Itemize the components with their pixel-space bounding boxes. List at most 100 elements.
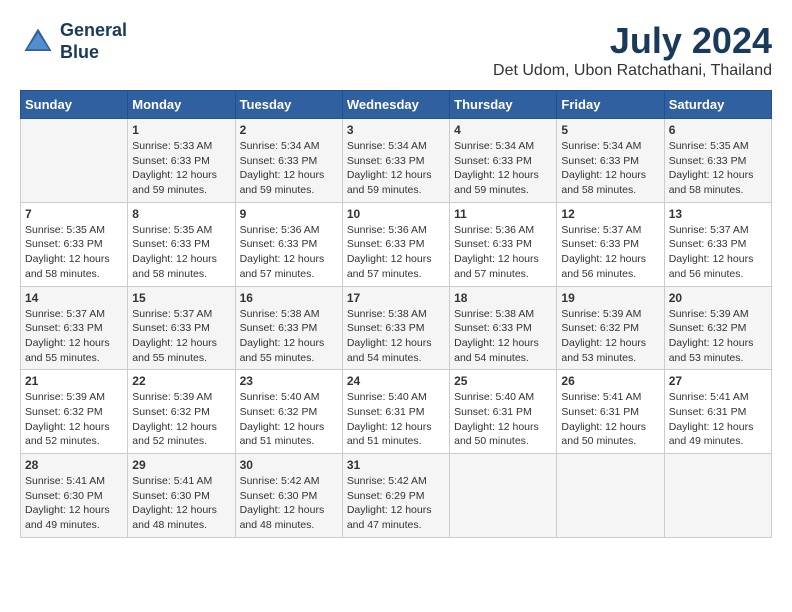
title-area: July 2024 Det Udom, Ubon Ratchathani, Th… (493, 20, 772, 80)
day-info: Sunrise: 5:33 AM Sunset: 6:33 PM Dayligh… (132, 139, 230, 198)
day-number: 12 (561, 207, 659, 221)
calendar-cell: 12 Sunrise: 5:37 AM Sunset: 6:33 PM Dayli… (557, 202, 664, 286)
calendar-cell: 26Sunrise: 5:41 AM Sunset: 6:31 PM Dayli… (557, 370, 664, 454)
day-info: Sunrise: 5:37 AM Sunset: 6:33 PM Dayligh… (132, 307, 230, 366)
calendar-header: SundayMondayTuesdayWednesdayThursdayFrid… (21, 91, 772, 119)
day-info: Sunrise: 5:39 AM Sunset: 6:32 PM Dayligh… (132, 390, 230, 449)
logo-icon (20, 24, 56, 60)
weekday-header-thursday: Thursday (450, 91, 557, 119)
calendar-cell: 14 Sunrise: 5:37 AM Sunset: 6:33 PM Dayli… (21, 286, 128, 370)
day-info: Sunrise: 5:38 AM Sunset: 6:33 PM Dayligh… (240, 307, 338, 366)
calendar-body: 1 Sunrise: 5:33 AM Sunset: 6:33 PM Daylig… (21, 119, 772, 538)
week-row-1: 1 Sunrise: 5:33 AM Sunset: 6:33 PM Daylig… (21, 119, 772, 203)
day-number: 22 (132, 374, 230, 388)
day-info: Sunrise: 5:42 AM Sunset: 6:30 PM Dayligh… (240, 474, 338, 533)
day-number: 5 (561, 123, 659, 137)
day-number: 2 (240, 123, 338, 137)
day-number: 19 (561, 291, 659, 305)
day-info: Sunrise: 5:36 AM Sunset: 6:33 PM Dayligh… (454, 223, 552, 282)
calendar-cell: 7 Sunrise: 5:35 AM Sunset: 6:33 PM Daylig… (21, 202, 128, 286)
week-row-4: 21 Sunrise: 5:39 AM Sunset: 6:32 PM Dayli… (21, 370, 772, 454)
day-number: 8 (132, 207, 230, 221)
day-number: 26 (561, 374, 659, 388)
day-info: Sunrise: 5:41 AM Sunset: 6:30 PM Dayligh… (25, 474, 123, 533)
day-number: 10 (347, 207, 445, 221)
calendar-cell: 27Sunrise: 5:41 AM Sunset: 6:31 PM Dayli… (664, 370, 771, 454)
calendar-cell: 4 Sunrise: 5:34 AM Sunset: 6:33 PM Daylig… (450, 119, 557, 203)
day-number: 7 (25, 207, 123, 221)
calendar-cell: 8 Sunrise: 5:35 AM Sunset: 6:33 PM Daylig… (128, 202, 235, 286)
calendar-cell: 1 Sunrise: 5:33 AM Sunset: 6:33 PM Daylig… (128, 119, 235, 203)
location-subtitle: Det Udom, Ubon Ratchathani, Thailand (493, 62, 772, 80)
day-number: 1 (132, 123, 230, 137)
calendar-table: SundayMondayTuesdayWednesdayThursdayFrid… (20, 90, 772, 538)
day-number: 17 (347, 291, 445, 305)
day-number: 28 (25, 458, 123, 472)
day-number: 29 (132, 458, 230, 472)
day-number: 21 (25, 374, 123, 388)
calendar-cell (664, 454, 771, 538)
day-info: Sunrise: 5:37 AM Sunset: 6:33 PM Dayligh… (669, 223, 767, 282)
day-number: 14 (25, 291, 123, 305)
calendar-cell: 30 Sunrise: 5:42 AM Sunset: 6:30 PM Dayli… (235, 454, 342, 538)
day-info: Sunrise: 5:34 AM Sunset: 6:33 PM Dayligh… (454, 139, 552, 198)
day-info: Sunrise: 5:42 AM Sunset: 6:29 PM Dayligh… (347, 474, 445, 533)
weekday-header-sunday: Sunday (21, 91, 128, 119)
weekday-header-saturday: Saturday (664, 91, 771, 119)
day-info: Sunrise: 5:34 AM Sunset: 6:33 PM Dayligh… (347, 139, 445, 198)
weekday-header-friday: Friday (557, 91, 664, 119)
day-info: Sunrise: 5:39 AM Sunset: 6:32 PM Dayligh… (25, 390, 123, 449)
day-number: 31 (347, 458, 445, 472)
week-row-2: 7 Sunrise: 5:35 AM Sunset: 6:33 PM Daylig… (21, 202, 772, 286)
calendar-cell: 6Sunrise: 5:35 AM Sunset: 6:33 PM Daylig… (664, 119, 771, 203)
calendar-cell: 31 Sunrise: 5:42 AM Sunset: 6:29 PM Dayli… (342, 454, 449, 538)
day-number: 30 (240, 458, 338, 472)
calendar-cell: 23Sunrise: 5:40 AM Sunset: 6:32 PM Dayli… (235, 370, 342, 454)
day-number: 11 (454, 207, 552, 221)
calendar-cell: 20Sunrise: 5:39 AM Sunset: 6:32 PM Dayli… (664, 286, 771, 370)
day-number: 25 (454, 374, 552, 388)
calendar-cell (21, 119, 128, 203)
day-number: 23 (240, 374, 338, 388)
day-info: Sunrise: 5:34 AM Sunset: 6:33 PM Dayligh… (240, 139, 338, 198)
month-year-title: July 2024 (493, 20, 772, 62)
day-info: Sunrise: 5:38 AM Sunset: 6:33 PM Dayligh… (347, 307, 445, 366)
calendar-cell: 25 Sunrise: 5:40 AM Sunset: 6:31 PM Dayli… (450, 370, 557, 454)
day-info: Sunrise: 5:37 AM Sunset: 6:33 PM Dayligh… (561, 223, 659, 282)
calendar-cell: 28 Sunrise: 5:41 AM Sunset: 6:30 PM Dayli… (21, 454, 128, 538)
calendar-cell: 10 Sunrise: 5:36 AM Sunset: 6:33 PM Dayli… (342, 202, 449, 286)
day-info: Sunrise: 5:39 AM Sunset: 6:32 PM Dayligh… (561, 307, 659, 366)
calendar-cell: 18Sunrise: 5:38 AM Sunset: 6:33 PM Dayli… (450, 286, 557, 370)
day-info: Sunrise: 5:35 AM Sunset: 6:33 PM Dayligh… (25, 223, 123, 282)
day-info: Sunrise: 5:35 AM Sunset: 6:33 PM Dayligh… (132, 223, 230, 282)
calendar-cell (557, 454, 664, 538)
weekday-header-tuesday: Tuesday (235, 91, 342, 119)
day-info: Sunrise: 5:39 AM Sunset: 6:32 PM Dayligh… (669, 307, 767, 366)
calendar-cell: 3 Sunrise: 5:34 AM Sunset: 6:33 PM Daylig… (342, 119, 449, 203)
day-number: 3 (347, 123, 445, 137)
day-info: Sunrise: 5:40 AM Sunset: 6:31 PM Dayligh… (454, 390, 552, 449)
day-info: Sunrise: 5:35 AM Sunset: 6:33 PM Dayligh… (669, 139, 767, 198)
calendar-cell: 13 Sunrise: 5:37 AM Sunset: 6:33 PM Dayli… (664, 202, 771, 286)
day-info: Sunrise: 5:38 AM Sunset: 6:33 PM Dayligh… (454, 307, 552, 366)
calendar-cell: 24Sunrise: 5:40 AM Sunset: 6:31 PM Dayli… (342, 370, 449, 454)
calendar-cell: 16Sunrise: 5:38 AM Sunset: 6:33 PM Dayli… (235, 286, 342, 370)
day-number: 9 (240, 207, 338, 221)
day-number: 4 (454, 123, 552, 137)
calendar-cell: 19 Sunrise: 5:39 AM Sunset: 6:32 PM Dayli… (557, 286, 664, 370)
calendar-cell: 29Sunrise: 5:41 AM Sunset: 6:30 PM Dayli… (128, 454, 235, 538)
day-number: 15 (132, 291, 230, 305)
day-info: Sunrise: 5:40 AM Sunset: 6:31 PM Dayligh… (347, 390, 445, 449)
day-info: Sunrise: 5:37 AM Sunset: 6:33 PM Dayligh… (25, 307, 123, 366)
day-number: 27 (669, 374, 767, 388)
calendar-cell (450, 454, 557, 538)
calendar-cell: 22 Sunrise: 5:39 AM Sunset: 6:32 PM Dayli… (128, 370, 235, 454)
calendar-cell: 21 Sunrise: 5:39 AM Sunset: 6:32 PM Dayli… (21, 370, 128, 454)
weekday-header-wednesday: Wednesday (342, 91, 449, 119)
day-number: 13 (669, 207, 767, 221)
day-info: Sunrise: 5:36 AM Sunset: 6:33 PM Dayligh… (347, 223, 445, 282)
weekday-header-monday: Monday (128, 91, 235, 119)
day-info: Sunrise: 5:36 AM Sunset: 6:33 PM Dayligh… (240, 223, 338, 282)
page-header: General Blue July 2024 Det Udom, Ubon Ra… (20, 20, 772, 80)
day-info: Sunrise: 5:34 AM Sunset: 6:33 PM Dayligh… (561, 139, 659, 198)
